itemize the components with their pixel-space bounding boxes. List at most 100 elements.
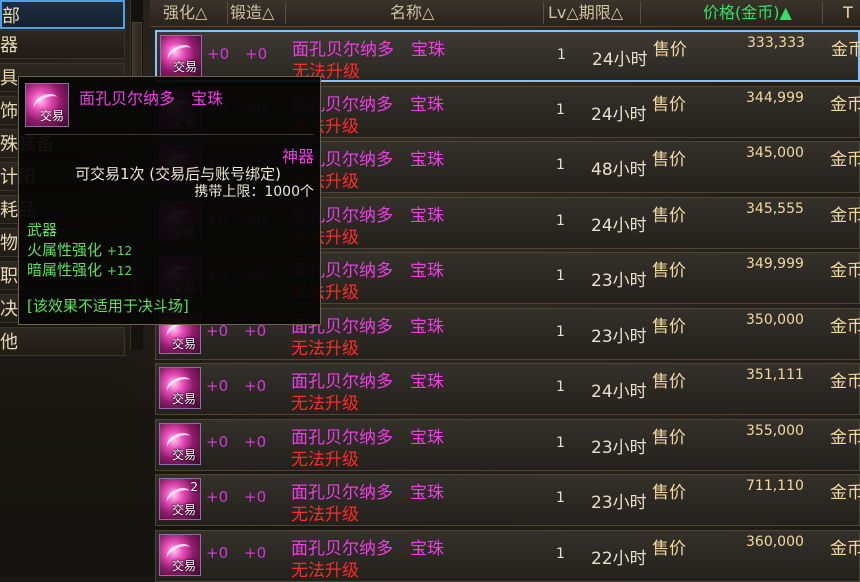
orb-item-icon[interactable]: 交易 <box>159 423 201 465</box>
price-label: 售价 <box>652 483 686 503</box>
forge-value: +0 <box>244 488 267 506</box>
price-currency: 金币 <box>830 261 860 281</box>
trade-tag: 交易 <box>172 503 197 517</box>
auction-row[interactable]: 交易 +0 +0 面孔贝尔纳多 宝珠 无法升级 1 22小时 售价 360,000 金币 <box>155 530 860 582</box>
fire-enhance-label: 火属性强化 <box>27 241 103 259</box>
item-period: 24小时 <box>591 105 647 125</box>
trade-tag: 交易 <box>172 448 197 462</box>
item-period: 24小时 <box>592 50 648 70</box>
tooltip-item-name: 面孔贝尔纳多 宝珠 <box>79 89 224 108</box>
upgrade-status: 无法升级 <box>291 339 359 359</box>
price-currency: 金币 <box>830 483 860 503</box>
header-divider <box>227 2 228 24</box>
forge-value: +0 <box>245 45 268 63</box>
tooltip-duel-note: [该效果不适用于决斗场] <box>27 297 189 315</box>
item-level: 1 <box>556 157 565 173</box>
item-level: 1 <box>556 213 565 229</box>
category-item-all[interactable]: 部 <box>0 0 125 29</box>
sort-price-header[interactable]: 价格(金币)▲ <box>703 0 792 26</box>
item-level: 1 <box>557 47 566 63</box>
item-level: 1 <box>556 546 565 562</box>
price-label: 售价 <box>652 539 686 559</box>
price-value: 344,999 <box>746 90 804 106</box>
price-label: 售价 <box>652 372 686 392</box>
category-label: 物 <box>0 233 18 254</box>
header-divider <box>285 2 286 24</box>
price-currency: 金币 <box>830 539 860 559</box>
price-label: 售价 <box>652 261 686 281</box>
category-item-other[interactable]: 他 <box>0 327 125 356</box>
sort-lv-period-header[interactable]: Lv△期限△ <box>548 0 623 26</box>
category-item-weapon[interactable]: 器 <box>0 30 125 59</box>
item-period: 23小时 <box>591 327 647 347</box>
price-value: 351,111 <box>746 367 804 383</box>
auction-row[interactable]: 交易 +0 +0 面孔贝尔纳多 宝珠 无法升级 1 23小时 售价 355,000 金币 <box>155 419 860 471</box>
sort-forge-header[interactable]: 锻造△ <box>230 0 274 26</box>
price-currency: 金币 <box>830 428 860 448</box>
dark-enhance-value: +12 <box>106 264 133 278</box>
item-period: 24小时 <box>591 216 647 236</box>
item-level: 1 <box>556 490 565 506</box>
price-value: 355,000 <box>746 423 804 439</box>
orb-item-icon[interactable]: 交易 <box>160 35 202 77</box>
category-label: 饰 <box>0 101 18 122</box>
price-label: 售价 <box>652 428 686 448</box>
price-currency: 金币 <box>830 317 860 337</box>
tooltip-fire-enhance: 火属性强化 +12 <box>27 239 132 260</box>
tooltip-dark-enhance: 暗属性强化 +12 <box>27 259 132 280</box>
item-period: 23小时 <box>591 438 647 458</box>
category-label: 具 <box>0 68 18 89</box>
forge-value: +0 <box>244 377 267 395</box>
enhance-value: +0 <box>206 377 229 395</box>
auction-row[interactable]: 交易 +0 +0 面孔贝尔纳多 宝珠 无法升级 1 24小时 售价 351,111 金币 <box>155 363 860 415</box>
tooltip-divider <box>25 134 314 135</box>
tooltip-carry-limit: 携带上限：1000个 <box>194 184 314 200</box>
item-level: 1 <box>556 102 565 118</box>
tooltip-grade: 神器 <box>281 147 314 166</box>
tooltip-item-type: 武器 <box>27 221 58 239</box>
fire-enhance-value: +12 <box>106 244 133 258</box>
category-label: 他 <box>0 332 18 353</box>
orb-item-icon[interactable]: 交易 <box>159 534 201 576</box>
upgrade-status: 无法升级 <box>291 394 359 414</box>
item-period: 22小时 <box>591 549 647 569</box>
item-level: 1 <box>556 268 565 284</box>
orb-item-icon[interactable]: 2 交易 <box>159 478 201 520</box>
sort-enhance-header[interactable]: 强化△ <box>163 0 207 26</box>
upgrade-status: 无法升级 <box>291 505 359 525</box>
category-label: 职 <box>0 266 18 287</box>
enhance-value: +0 <box>206 544 229 562</box>
list-header: 强化△ 锻造△ 名称△ Lv△期限△ 价格(金币)▲ T <box>150 0 860 27</box>
price-value: 711,110 <box>746 478 804 494</box>
sort-name-header[interactable]: 名称△ <box>390 0 434 26</box>
price-currency: 金币 <box>831 40 860 60</box>
orb-item-icon: 交易 <box>25 83 69 127</box>
enhance-value: +0 <box>206 488 229 506</box>
enhance-value: +0 <box>206 433 229 451</box>
price-value: 350,000 <box>746 312 804 328</box>
dark-enhance-label: 暗属性强化 <box>27 261 103 279</box>
enhance-value: +0 <box>207 45 230 63</box>
header-divider <box>822 2 823 24</box>
auction-row[interactable]: 交易 +0 +0 面孔贝尔纳多 宝珠 无法升级 1 24小时 售价 333,333 金币 <box>155 30 860 82</box>
price-label: 售价 <box>653 40 687 60</box>
upgrade-status: 无法升级 <box>291 561 359 581</box>
item-quantity: 2 <box>190 480 198 494</box>
header-divider <box>640 2 641 24</box>
price-label: 售价 <box>652 95 686 115</box>
price-value: 345,555 <box>746 201 804 217</box>
item-period: 48小时 <box>591 160 647 180</box>
orb-item-icon[interactable]: 交易 <box>159 367 201 409</box>
header-divider <box>543 2 544 24</box>
trade-tag: 交易 <box>40 109 65 123</box>
sort-extra-header[interactable]: T <box>843 0 853 26</box>
auction-row[interactable]: 2 交易 +0 +0 面孔贝尔纳多 宝珠 无法升级 1 23小时 售价 711,110 金币 <box>155 474 860 526</box>
price-currency: 金币 <box>830 372 860 392</box>
trade-tag: 交易 <box>173 60 198 74</box>
item-period: 23小时 <box>591 271 647 291</box>
item-level: 1 <box>556 379 565 395</box>
forge-value: +0 <box>244 544 267 562</box>
price-currency: 金币 <box>830 206 860 226</box>
price-label: 售价 <box>652 206 686 226</box>
item-period: 24小时 <box>591 382 647 402</box>
